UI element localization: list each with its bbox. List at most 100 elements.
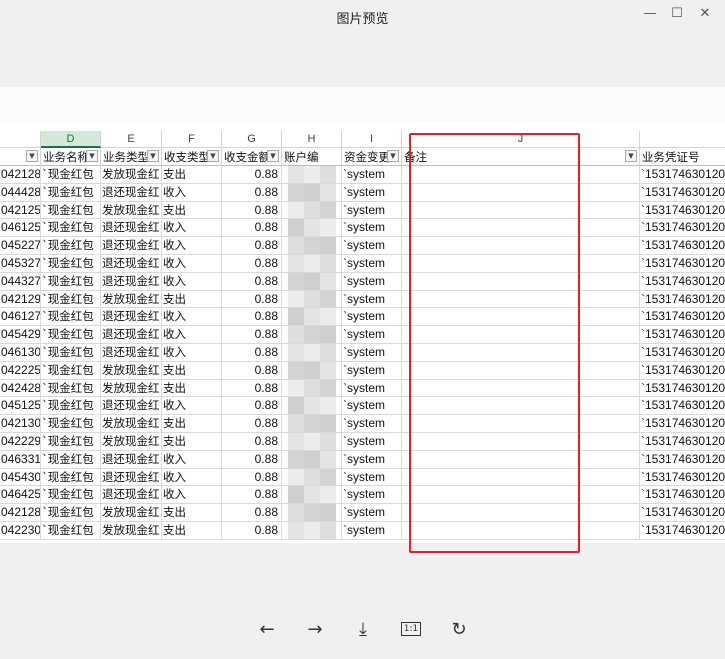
- cell-f: 支出: [162, 415, 222, 433]
- cell-text: 发放现金红: [102, 434, 160, 448]
- column-header-h: H: [282, 131, 342, 148]
- cell-e: 退还现金红: [101, 308, 162, 327]
- cell-e: 退还现金红: [101, 255, 162, 273]
- cell-g: 0.88: [222, 344, 282, 362]
- cell-text: 支出: [163, 362, 186, 377]
- cell-text: 0452276: [1, 238, 41, 253]
- cell-c: 0424287: [0, 379, 41, 398]
- actual-size-label: 1:1: [400, 622, 422, 636]
- cell-g: 0.88: [222, 166, 282, 184]
- cell-f: 收入: [162, 344, 222, 362]
- filter-cell-f: 收支类型 ▼: [162, 148, 222, 166]
- redacted-block: [288, 237, 304, 254]
- cell-g: 0.88: [222, 397, 282, 416]
- cell-e: 退还现金红: [101, 344, 162, 362]
- next-arrow-icon[interactable]: →: [302, 616, 328, 642]
- redacted-block: [320, 415, 336, 432]
- cell-g: 0.88: [222, 486, 282, 505]
- redacted-block: [288, 468, 304, 486]
- redacted-block: [304, 255, 320, 272]
- cell-text: 0421255: [1, 202, 41, 217]
- cell-d: `现金红包: [41, 308, 101, 327]
- redacted-block: [288, 183, 304, 201]
- filter-dropdown-icon[interactable]: ▼: [147, 150, 159, 162]
- cell-d: `现金红包: [41, 201, 101, 220]
- cell-text: 退还现金红: [102, 398, 160, 413]
- header-label: 收支类型: [164, 150, 210, 164]
- table-row: 0421285`现金红包发放现金红支出 0.88 `system `153174630…: [0, 166, 725, 184]
- cell-text: `153174630120: [641, 309, 725, 324]
- cell-text: 0.88: [254, 487, 278, 502]
- close-button[interactable]: ✕: [692, 3, 718, 23]
- cell-text: 退还现金红: [102, 487, 160, 502]
- cell-g: 0.88: [222, 504, 282, 522]
- cell-e: 退还现金红: [101, 450, 162, 469]
- minimize-button[interactable]: —: [637, 3, 663, 23]
- header-label: 业务名称: [43, 150, 89, 164]
- maximize-button[interactable]: ☐: [664, 3, 690, 23]
- cell-k: `153174630120: [640, 344, 725, 362]
- cell-text: `system: [343, 238, 385, 253]
- cell-text: 0421297: [1, 291, 41, 306]
- cell-text: `system: [343, 273, 385, 288]
- cell-c: 0453276: [0, 255, 41, 273]
- filter-dropdown-icon[interactable]: ▼: [387, 150, 399, 162]
- redacted-block: [304, 326, 320, 343]
- cell-text: 0.88: [254, 238, 278, 253]
- cell-f: 收入: [162, 486, 222, 505]
- redacted-block: [288, 504, 304, 521]
- cell-text: `153174630120: [641, 434, 725, 448]
- cell-k: `153174630120: [640, 166, 725, 184]
- filter-dropdown-icon[interactable]: ▼: [625, 150, 637, 162]
- cell-text: `现金红包: [42, 167, 94, 181]
- filter-dropdown-icon[interactable]: ▼: [26, 150, 38, 162]
- redacted-block: [320, 201, 336, 219]
- cell-h: [282, 468, 342, 487]
- cell-text: `system: [343, 523, 385, 537]
- cell-h: [282, 183, 342, 202]
- redacted-block: [304, 468, 320, 486]
- cell-text: 0461305: [1, 345, 41, 359]
- cell-e: 发放现金红: [101, 361, 162, 380]
- cell-text: 收入: [163, 273, 186, 288]
- filter-active-icon[interactable]: ▼: [86, 150, 98, 162]
- cell-e: 发放现金红: [101, 166, 162, 184]
- cell-text: `现金红包: [42, 184, 94, 199]
- rotate-icon[interactable]: ↻: [446, 616, 472, 642]
- table-row: 0421287`现金红包发放现金红支出 0.88 `system `153174630…: [0, 504, 725, 522]
- download-icon[interactable]: ⤓: [350, 616, 376, 642]
- filter-dropdown-icon[interactable]: ▼: [267, 150, 279, 162]
- cell-f: 支出: [162, 522, 222, 540]
- cell-g: 0.88: [222, 183, 282, 202]
- cell-text: `现金红包: [42, 469, 94, 484]
- cell-text: 0.88: [254, 202, 278, 217]
- cell-text: 支出: [163, 202, 186, 217]
- cell-d: `现金红包: [41, 361, 101, 380]
- cell-text: 0421306: [1, 416, 41, 431]
- cell-k: `153174630120: [640, 291, 725, 309]
- cell-text: 0421287: [1, 505, 41, 520]
- table-row: 0463315`现金红包退还现金红收入 0.88 `system `153174630…: [0, 450, 725, 469]
- cell-text: 0453276: [1, 256, 41, 270]
- cell-e: 发放现金红: [101, 415, 162, 433]
- redacted-block: [304, 290, 320, 308]
- actual-size-icon[interactable]: 1:1: [398, 616, 424, 642]
- cell-text: `system: [343, 398, 385, 413]
- redacted-block: [304, 308, 320, 326]
- cell-text: `system: [343, 362, 385, 377]
- cell-text: 发放现金红: [102, 202, 160, 217]
- cell-c: 0422305: [0, 522, 41, 540]
- cell-i: `system: [342, 166, 402, 184]
- redacted-block: [304, 183, 320, 201]
- filter-cell-d: 业务名称 ▼: [41, 148, 101, 166]
- cell-text: 0.88: [254, 451, 278, 466]
- prev-arrow-icon[interactable]: ←: [254, 616, 280, 642]
- redacted-block: [320, 433, 336, 450]
- cell-c: 0421255: [0, 201, 41, 220]
- column-header-d: D: [41, 131, 101, 148]
- cell-g: 0.88: [222, 450, 282, 469]
- redacted-block: [304, 415, 320, 432]
- cell-e: 发放现金红: [101, 290, 162, 309]
- cell-text: `system: [343, 434, 385, 448]
- filter-dropdown-icon[interactable]: ▼: [207, 150, 219, 162]
